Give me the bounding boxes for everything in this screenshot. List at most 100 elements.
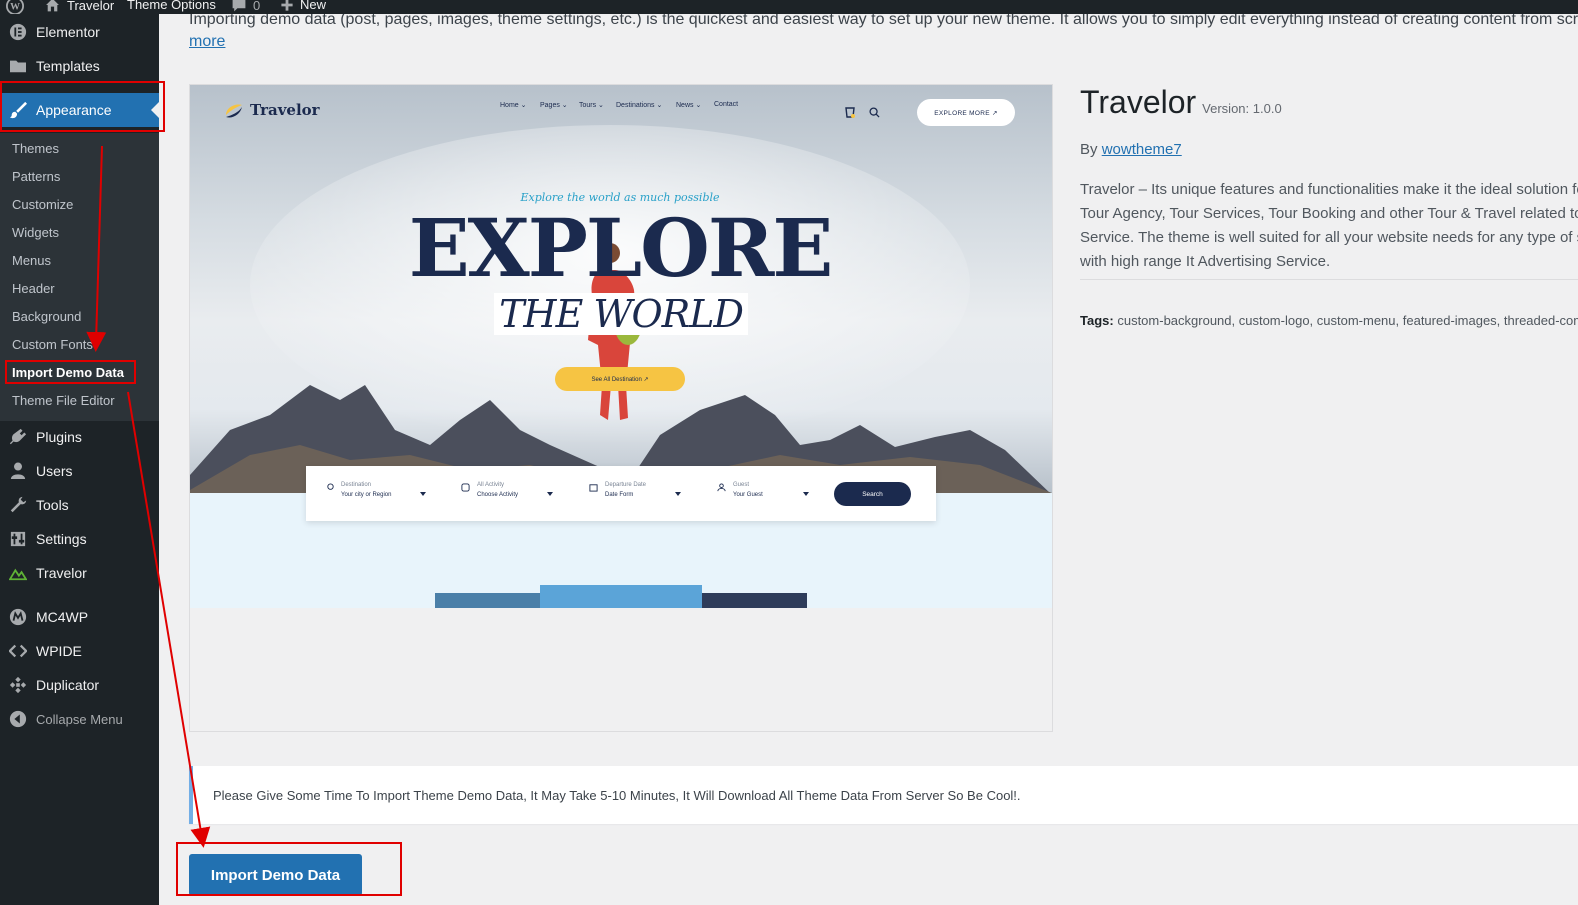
svg-text:W: W [10,2,20,13]
menu-label: Templates [36,58,100,74]
chevron-down-icon [803,492,809,496]
settings-icon [0,531,36,547]
menu-label: Users [36,463,73,479]
tags-list: custom-background, custom-logo, custom-m… [1117,313,1578,328]
submenu-item-patterns[interactable]: Patterns [12,165,60,187]
submenu-item-theme-file-editor[interactable]: Theme File Editor [12,389,115,411]
comments-count: 0 [253,0,261,13]
menu-item-plugins[interactable]: Plugins [0,420,159,454]
menu-item-mc4wp[interactable]: MC4WP [0,600,159,634]
activity-icon [461,483,470,492]
menu-item-tools[interactable]: Tools [0,488,159,522]
menu-label: Duplicator [36,677,100,693]
nav-destinations[interactable]: Destinations ⌄ [616,101,662,109]
site-name: Travelor [67,0,115,13]
menu-item-templates[interactable]: Templates [0,49,159,83]
wp-logo-link[interactable]: W [6,0,24,14]
theme-name: Travelor [1080,84,1197,120]
read-more-link[interactable]: more [189,30,225,54]
menu-label: Settings [36,531,87,547]
cart-icon[interactable] [844,104,856,118]
menu-label: Tools [36,497,69,513]
theme-screenshot: Travelor Home ⌄ Pages ⌄ Tours ⌄ Destinat… [189,84,1053,732]
submenu-item-widgets[interactable]: Widgets [12,221,59,243]
menu-label: MC4WP [36,609,89,625]
mountain-scene [190,125,1052,608]
theme-options-label: Theme Options [127,0,216,12]
field-value: Your city or Region [341,492,392,498]
author-link[interactable]: wowtheme7 [1102,141,1182,158]
nav-contact[interactable]: Contact [714,101,738,108]
appearance-submenu: Themes Patterns Customize Widgets Menus … [0,133,159,421]
comments-link[interactable]: 0 [231,0,260,13]
menu-label: Plugins [36,429,82,445]
nav-news[interactable]: News ⌄ [676,101,701,109]
submenu-item-custom-fonts[interactable]: Custom Fonts [12,333,93,355]
menu-item-users[interactable]: Users [0,454,159,488]
menu-item-wpide[interactable]: WPIDE [0,634,159,668]
theme-description: Travelor – Its unique features and funct… [1080,181,1578,270]
field-value: Your Guest [733,492,763,498]
menu-label: Appearance [36,102,112,118]
submenu-item-menus[interactable]: Menus [12,249,51,271]
admin-bar: W Travelor Theme Options 0 New [0,0,1578,14]
theme-title-row: Travelor Version: 1.0.0 [1080,84,1578,121]
menu-item-travelor[interactable]: Travelor [0,556,159,590]
submenu-item-themes[interactable]: Themes [12,137,59,159]
plus-icon [281,0,293,11]
search-bar: Destination Your city or Region All Acti… [306,466,936,521]
field-value: Date Form [605,492,634,498]
travelor-icon [0,565,36,581]
calendar-icon [589,484,598,492]
site-name-link[interactable]: Travelor [44,0,114,13]
menu-item-settings[interactable]: Settings [0,522,159,556]
explore-more-button[interactable]: EXPLORE MORE ↗ [917,99,1015,126]
theme-options-link[interactable]: Theme Options [127,0,216,12]
site-logo[interactable]: Travelor [224,101,320,119]
chevron-down-icon [675,492,681,496]
collapse-menu-button[interactable]: Collapse Menu [0,702,159,736]
search-icon[interactable] [869,107,880,118]
main-content: Importing demo data (post, pages, images… [159,14,1578,905]
menu-item-appearance[interactable]: Appearance [0,93,159,127]
new-content-link[interactable]: New [280,0,326,12]
field-label: Guest [733,482,750,488]
date-field[interactable]: Departure Date Date Form [605,480,646,500]
guest-field[interactable]: Guest Your Guest [733,480,763,500]
intro-text: Importing demo data (post, pages, images… [189,14,1578,50]
nav-pages[interactable]: Pages ⌄ [540,101,568,109]
import-demo-data-button[interactable]: Import Demo Data [189,854,362,896]
field-label: All Activity [477,482,505,488]
destination-field[interactable]: Destination Your city or Region [341,480,391,500]
menu-item-elementor[interactable]: Elementor [0,15,159,49]
theme-tags: Tags: custom-background, custom-logo, cu… [1080,313,1578,328]
divider [1080,279,1578,280]
nav-tours[interactable]: Tours ⌄ [579,101,604,109]
submenu-item-customize[interactable]: Customize [12,193,73,215]
menu-label: Travelor [36,565,87,581]
field-value: Choose Activity [477,492,519,498]
field-label: Destination [341,482,372,488]
code-icon [0,644,36,658]
plug-icon [0,428,36,446]
wordpress-icon: W [6,0,24,14]
see-all-destination-button[interactable]: See All Destination ↗ [555,367,685,391]
hero-image: Travelor Home ⌄ Pages ⌄ Tours ⌄ Destinat… [190,85,1052,608]
submenu-item-header[interactable]: Header [12,277,55,299]
menu-label: Elementor [36,24,100,40]
import-notice: Please Give Some Time To Import Theme De… [189,766,1578,824]
menu-item-duplicator[interactable]: Duplicator [0,668,159,702]
nav-home[interactable]: Home ⌄ [500,101,526,109]
author-prefix: By [1080,141,1098,158]
hero-subheadline-box: THE WORLD [494,292,748,336]
theme-details: Travelor Version: 1.0.0 By wowtheme7 Trav… [1080,84,1578,328]
wrench-icon [0,496,36,514]
theme-version: Version: 1.0.0 [1202,101,1282,116]
submenu-item-background[interactable]: Background [12,305,81,327]
chevron-down-icon [420,492,426,496]
activity-field[interactable]: All Activity Choose Activity [477,480,518,500]
duplicator-icon [0,676,36,694]
submenu-item-import-demo-data[interactable]: Import Demo Data [12,361,124,383]
travelor-logo-icon [226,104,242,118]
search-button[interactable]: Search [834,482,911,506]
